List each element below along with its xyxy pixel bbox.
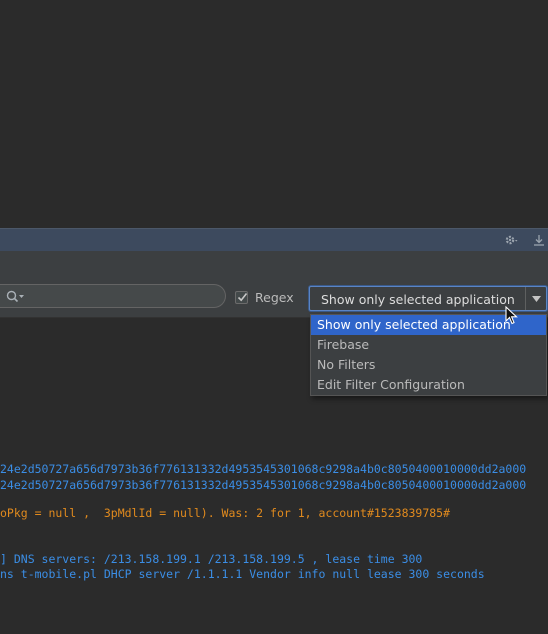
filter-option-firebase[interactable]: Firebase xyxy=(311,335,546,355)
logcat-window: Regex Show only selected application Sho… xyxy=(0,0,548,634)
log-line: ] DNS servers: /213.158.199.1 /213.158.1… xyxy=(0,552,423,566)
log-line: 24e2d50727a656d7973b36f776131332d4953545… xyxy=(0,462,527,476)
log-line: oPkg = null , 3pMdlId = null). Was: 2 fo… xyxy=(0,506,451,520)
filter-select-value: Show only selected application xyxy=(321,292,515,307)
hide-panel-icon[interactable] xyxy=(531,233,547,247)
filter-option-edit-config[interactable]: Edit Filter Configuration xyxy=(311,375,546,395)
regex-option[interactable]: Regex xyxy=(235,289,294,305)
search-icon[interactable] xyxy=(6,289,26,303)
search-input[interactable] xyxy=(30,287,216,305)
gear-icon[interactable] xyxy=(504,233,520,247)
log-line: 24e2d50727a656d7973b36f776131332d4953545… xyxy=(0,478,527,492)
mouse-pointer-icon xyxy=(505,306,518,325)
chevron-down-icon[interactable] xyxy=(525,287,546,310)
panel-header xyxy=(0,228,548,252)
filter-option-no-filters[interactable]: No Filters xyxy=(311,355,546,375)
filter-dropdown-menu: Show only selected application Firebase … xyxy=(310,314,547,396)
regex-checkbox[interactable] xyxy=(235,290,248,304)
search-field[interactable] xyxy=(0,284,226,308)
log-line: ns t-mobile.pl DHCP server /1.1.1.1 Vend… xyxy=(0,567,485,581)
regex-label: Regex xyxy=(255,289,294,305)
